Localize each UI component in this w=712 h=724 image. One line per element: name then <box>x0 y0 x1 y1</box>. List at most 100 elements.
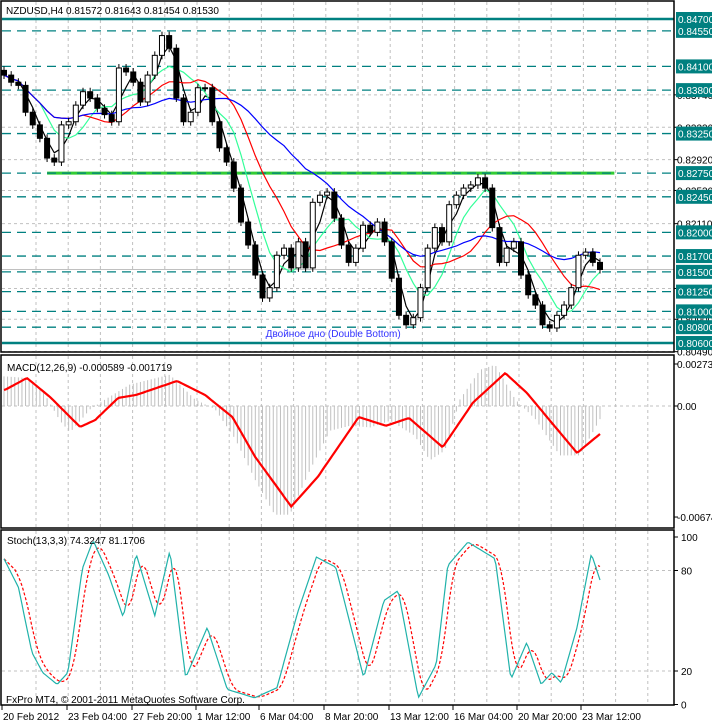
candle[interactable] <box>424 244 431 292</box>
candle-body-bear <box>94 97 101 109</box>
candle[interactable] <box>345 241 352 267</box>
candle[interactable] <box>489 184 496 232</box>
candle[interactable] <box>79 87 86 110</box>
candle[interactable] <box>388 237 395 283</box>
candle-body-bear <box>173 47 180 99</box>
candle-body-bull <box>72 104 79 123</box>
candle-body-bear <box>137 81 144 103</box>
candle[interactable] <box>525 271 532 299</box>
candle[interactable] <box>561 301 568 320</box>
candle[interactable] <box>137 78 144 106</box>
candle[interactable] <box>266 283 273 302</box>
candle[interactable] <box>216 117 223 152</box>
candle[interactable] <box>187 108 194 126</box>
candle[interactable] <box>568 283 575 310</box>
double-bottom-annotation[interactable]: Двойное дно (Double Bottom) <box>266 329 401 340</box>
candle[interactable] <box>158 31 165 60</box>
candle-body-bear <box>245 221 252 246</box>
candle[interactable] <box>273 251 280 292</box>
candle[interactable] <box>446 200 453 246</box>
candle[interactable] <box>532 290 539 310</box>
panel-border <box>0 529 675 706</box>
candle[interactable] <box>22 81 29 117</box>
candle[interactable] <box>316 191 323 207</box>
candle[interactable] <box>417 283 424 322</box>
candle-body-bull <box>324 191 331 196</box>
candle-body-bull <box>424 247 431 289</box>
candle[interactable] <box>230 158 237 193</box>
candle[interactable] <box>223 143 230 166</box>
candle[interactable] <box>173 44 180 102</box>
candle[interactable] <box>309 198 316 272</box>
candle-body-bear <box>51 157 58 163</box>
price-panel[interactable]: Двойное дно (Double Bottom) <box>1 17 675 353</box>
candle[interactable] <box>151 51 158 80</box>
candle[interactable] <box>374 218 381 237</box>
candle[interactable] <box>51 154 58 166</box>
candle-body-bull <box>503 247 510 263</box>
candle[interactable] <box>460 184 467 200</box>
candle[interactable] <box>553 311 560 332</box>
candle[interactable] <box>144 71 151 106</box>
candle-body-bear <box>338 217 345 246</box>
candle[interactable] <box>338 214 345 249</box>
candle[interactable] <box>331 188 338 223</box>
candle[interactable] <box>237 184 244 227</box>
candle-body-bear <box>29 111 36 126</box>
candle-body-bear <box>8 74 15 83</box>
price-level-label: 0.84550 <box>678 27 712 38</box>
candle-body-bull <box>273 254 280 289</box>
candle[interactable] <box>44 134 51 163</box>
candle[interactable] <box>403 311 410 329</box>
macd-axis-label: 0.00273 <box>677 360 712 371</box>
candle[interactable] <box>575 251 582 292</box>
candle[interactable] <box>288 244 295 272</box>
candle-body-bear <box>216 121 223 149</box>
candle[interactable] <box>180 94 187 126</box>
candle[interactable] <box>115 64 122 126</box>
price-level-label: 0.81000 <box>678 307 712 318</box>
candle-body-bear <box>237 187 244 223</box>
candle-body-bear <box>381 221 388 243</box>
candle-body-bull <box>575 254 582 289</box>
candle[interactable] <box>539 301 546 329</box>
candle-body-bear <box>101 107 108 116</box>
stochastic-panel[interactable]: Stoch(13,3,3) 74.3247 81.1706 <box>2 536 674 699</box>
candle[interactable] <box>194 83 201 117</box>
stoch-axis-label: 80 <box>681 567 693 578</box>
candle-body-bear <box>539 304 546 326</box>
candle-body-bear <box>388 241 395 279</box>
candle-body-bull <box>158 35 165 56</box>
candle[interactable] <box>252 241 259 279</box>
candle[interactable] <box>302 237 309 272</box>
candle[interactable] <box>1 66 7 80</box>
candle[interactable] <box>474 173 481 189</box>
candle[interactable] <box>360 221 367 253</box>
candle-body-bull <box>446 204 453 243</box>
price-level-label: 0.80600 <box>678 339 712 350</box>
candle[interactable] <box>58 120 65 166</box>
candle-body-bear <box>403 314 410 326</box>
candle[interactable] <box>381 218 388 246</box>
candle[interactable] <box>395 274 402 320</box>
candle[interactable] <box>496 223 503 267</box>
price-level-label: 0.83800 <box>678 86 712 97</box>
candle[interactable] <box>259 271 266 302</box>
candle[interactable] <box>36 120 43 143</box>
candle[interactable] <box>281 244 288 260</box>
candle-body-bull <box>431 227 438 249</box>
candle[interactable] <box>72 101 79 126</box>
candle[interactable] <box>8 71 15 87</box>
candle-body-bear <box>302 241 309 269</box>
candle[interactable] <box>295 237 302 272</box>
mt4-chart-window: Двойное дно (Double Bottom) MACD(12,26,9… <box>0 0 712 723</box>
candle[interactable] <box>589 248 596 267</box>
candle[interactable] <box>245 218 252 249</box>
candle[interactable] <box>130 67 137 87</box>
candle[interactable] <box>431 223 438 253</box>
candle-body-bear <box>367 224 374 233</box>
candle[interactable] <box>352 244 359 267</box>
candle[interactable] <box>518 237 525 279</box>
macd-panel[interactable]: MACD(12,26,9) -0.000589 -0.001719 <box>2 363 674 515</box>
candle[interactable] <box>209 83 216 126</box>
